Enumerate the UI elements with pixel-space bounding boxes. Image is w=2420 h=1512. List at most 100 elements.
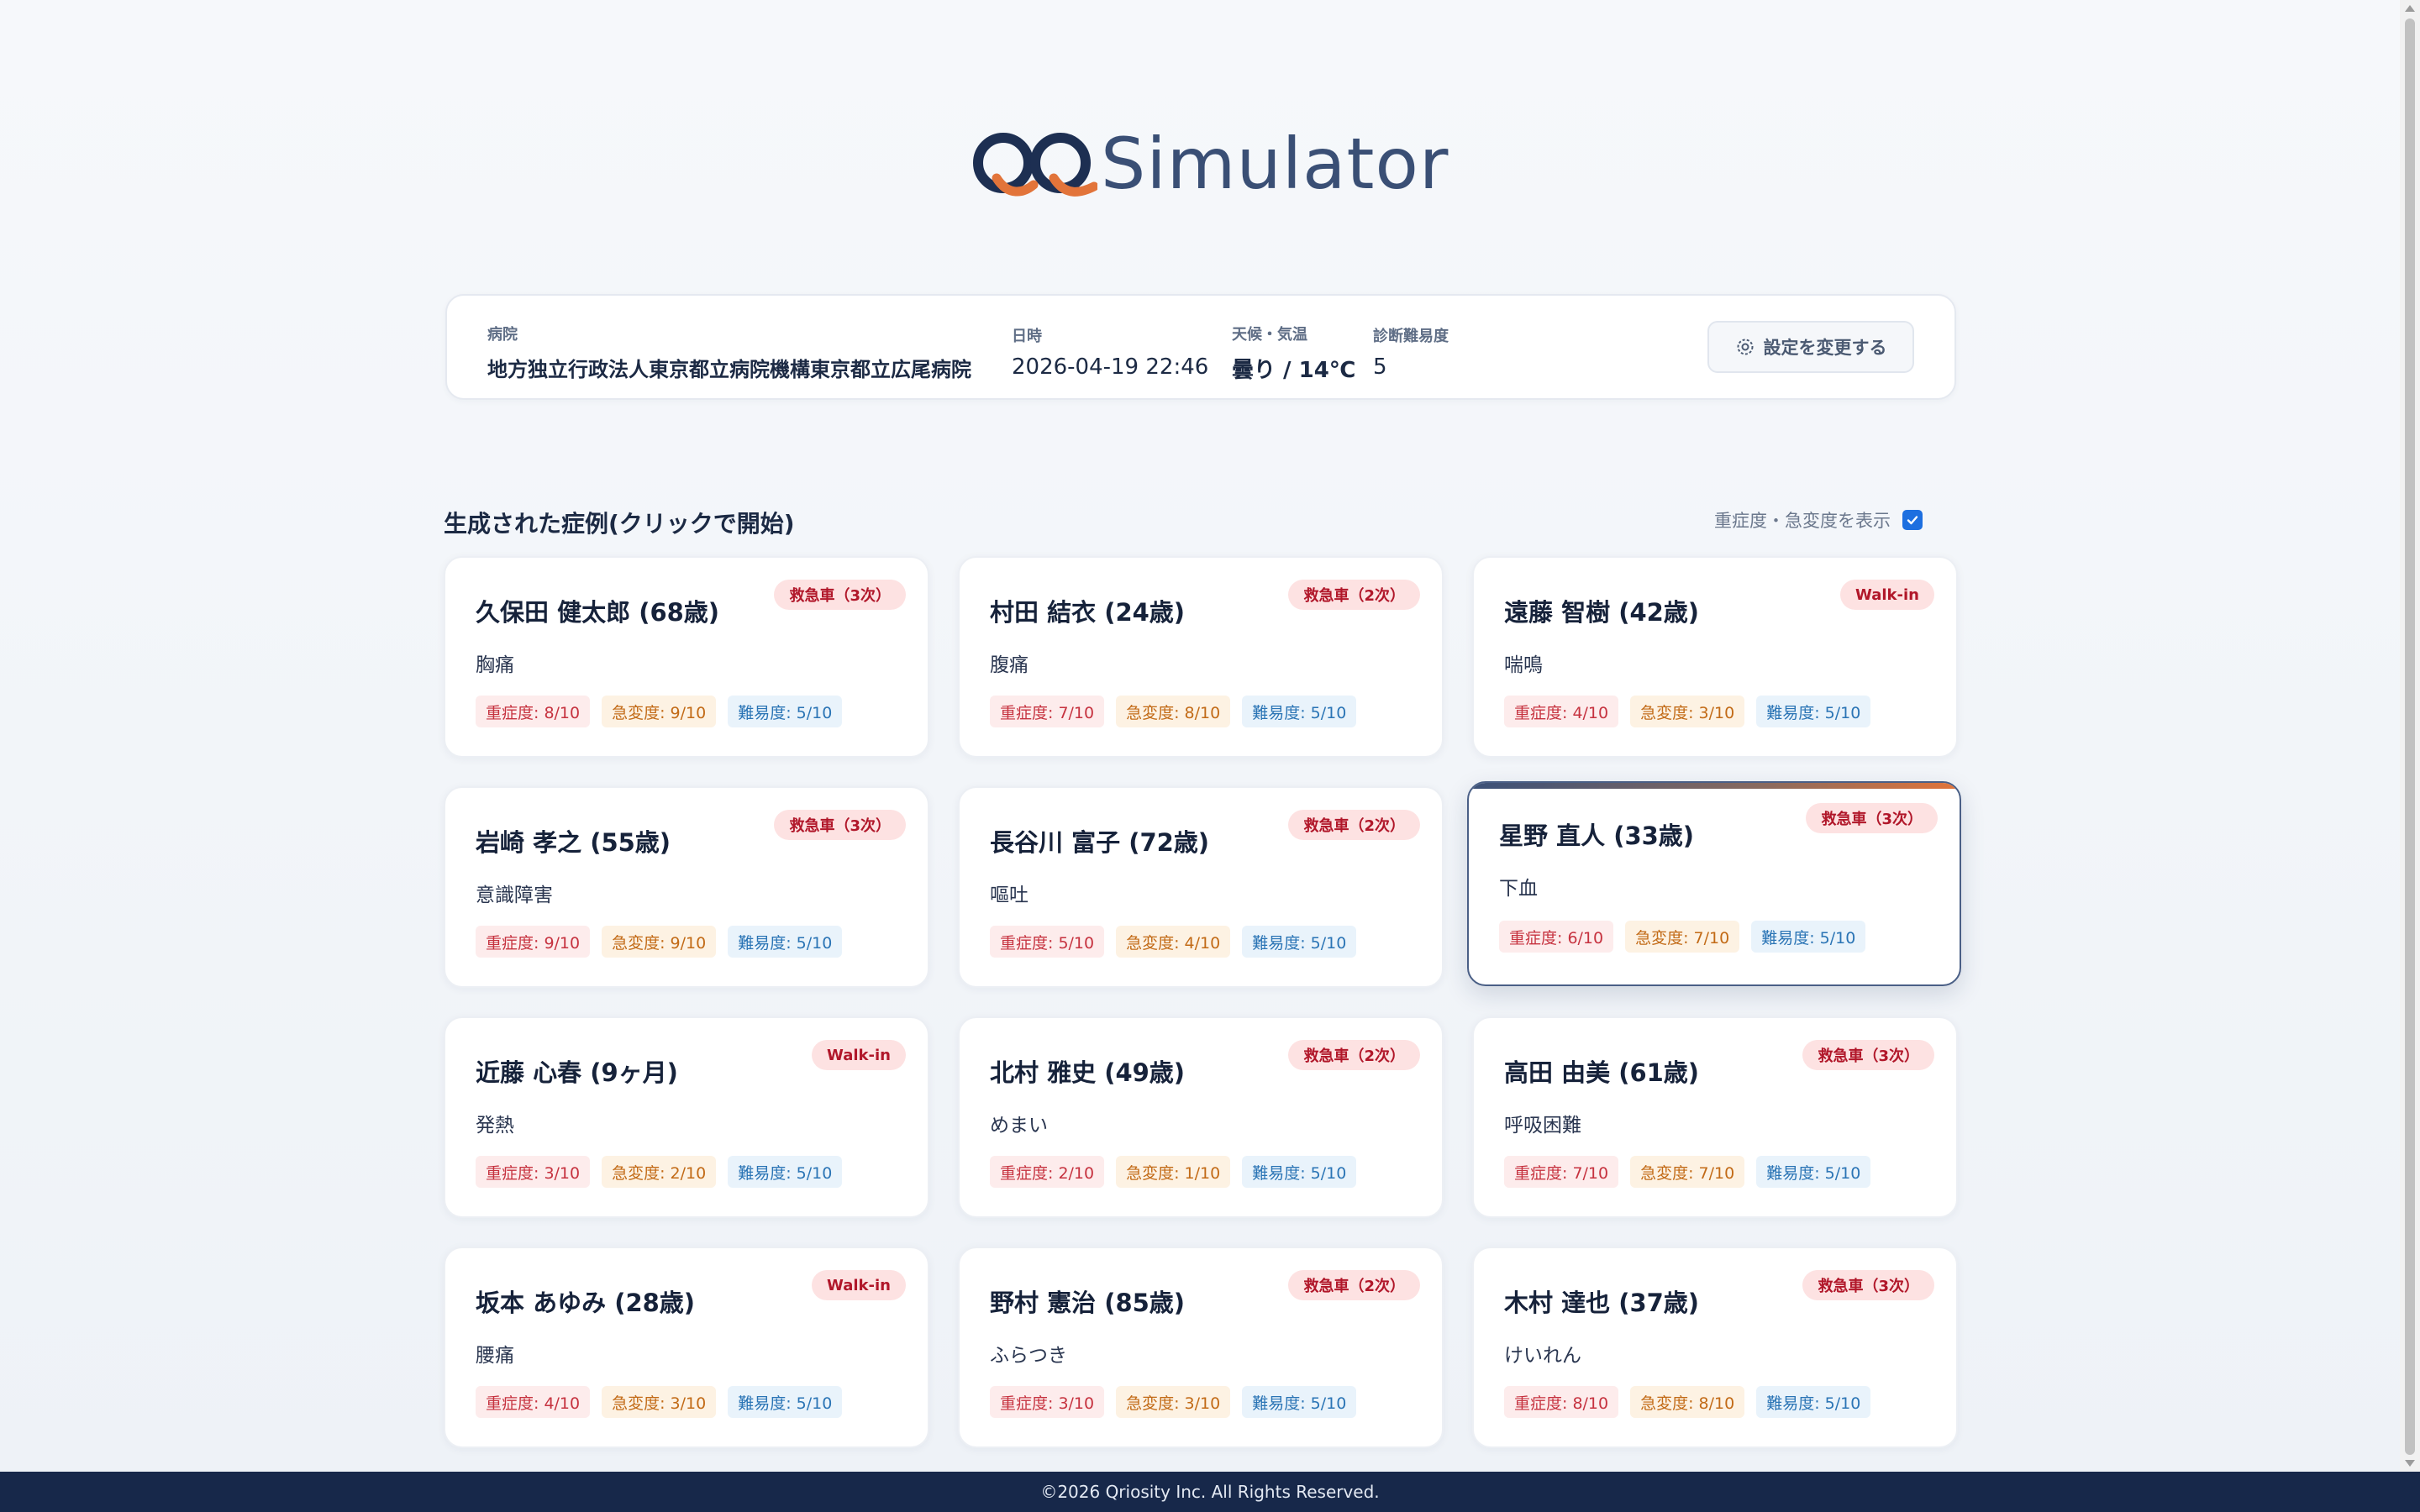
case-card[interactable]: 木村 達也 (37歳) 救急車（3次） けいれん 重症度: 8/10 急変度: …: [1472, 1247, 1958, 1448]
arrival-badge: 救急車（2次）: [1288, 580, 1420, 610]
severity-tag: 重症度: 2/10: [990, 1156, 1105, 1188]
hospital-value: 地方独立行政法人東京都立病院機構東京都立広尾病院: [487, 358, 971, 381]
checkmark-icon: [1907, 516, 1918, 525]
case-tags: 重症度: 3/10 急変度: 3/10 難易度: 5/10: [990, 1386, 1357, 1418]
cases-section-title: 生成された症例(クリックで開始): [444, 510, 795, 538]
chief-complaint: 発熱: [476, 1115, 514, 1137]
arrival-badge: Walk-in: [812, 1040, 906, 1070]
case-card[interactable]: 近藤 心春 (9ヶ月) Walk-in 発熱 重症度: 3/10 急変度: 2/…: [444, 1016, 929, 1218]
arrival-badge: 救急車（2次）: [1288, 1270, 1420, 1300]
severity-tag: 重症度: 8/10: [476, 696, 591, 727]
case-card[interactable]: 坂本 あゆみ (28歳) Walk-in 腰痛 重症度: 4/10 急変度: 3…: [444, 1247, 929, 1448]
page-scrollbar[interactable]: [2400, 0, 2420, 1472]
change-tag: 急変度: 1/10: [1116, 1156, 1231, 1188]
difficulty-tag: 難易度: 5/10: [1242, 1386, 1357, 1418]
severity-tag: 重症度: 7/10: [1504, 1156, 1619, 1188]
case-card[interactable]: 野村 憲治 (85歳) 救急車（2次） ふらつき 重症度: 3/10 急変度: …: [958, 1247, 1444, 1448]
patient-name: 村田 結衣 (24歳): [990, 598, 1186, 627]
case-card[interactable]: 岩崎 孝之 (55歳) 救急車（3次） 意識障害 重症度: 9/10 急変度: …: [444, 786, 929, 988]
case-card-hovered[interactable]: 星野 直人 (33歳) 救急車（3次） 下血 重症度: 6/10 急変度: 7/…: [1467, 781, 1961, 986]
arrival-badge: 救急車（3次）: [774, 810, 906, 840]
difficulty-tag: 難易度: 5/10: [1242, 696, 1357, 727]
difficulty-tag: 難易度: 5/10: [728, 1156, 843, 1188]
difficulty-tag: 難易度: 5/10: [1751, 921, 1866, 953]
difficulty-tag: 難易度: 5/10: [1242, 1156, 1357, 1188]
arrival-badge: 救急車（3次）: [1806, 803, 1938, 833]
show-severity-toggle[interactable]: 重症度・急変度を表示: [1714, 507, 1923, 533]
severity-tag: 重症度: 9/10: [476, 926, 591, 958]
case-tags: 重症度: 3/10 急変度: 2/10 難易度: 5/10: [476, 1156, 843, 1188]
chief-complaint: 嘔吐: [990, 885, 1028, 906]
change-tag: 急変度: 8/10: [1630, 1386, 1745, 1418]
severity-tag: 重症度: 3/10: [990, 1386, 1105, 1418]
difficulty-tag: 難易度: 5/10: [1756, 696, 1871, 727]
severity-tag: 重症度: 7/10: [990, 696, 1105, 727]
case-card[interactable]: 長谷川 富子 (72歳) 救急車（2次） 嘔吐 重症度: 5/10 急変度: 4…: [958, 786, 1444, 988]
chief-complaint: けいれん: [1504, 1345, 1581, 1367]
change-tag: 急変度: 2/10: [602, 1156, 717, 1188]
chief-complaint: 下血: [1499, 878, 1538, 900]
session-info-card: 病院 地方独立行政法人東京都立病院機構東京都立広尾病院 日時 2026-04-1…: [445, 294, 1956, 400]
qq-simulator-logo: Simulator: [971, 123, 1449, 205]
change-settings-button[interactable]: 設定を変更する: [1707, 321, 1914, 373]
chief-complaint: 喘鳴: [1504, 654, 1543, 676]
logo-text: Simulator: [1101, 123, 1449, 205]
patient-name: 長谷川 富子 (72歳): [990, 828, 1210, 857]
case-tags: 重症度: 8/10 急変度: 9/10 難易度: 5/10: [476, 696, 843, 727]
chief-complaint: 胸痛: [476, 654, 514, 676]
change-tag: 急変度: 8/10: [1116, 696, 1231, 727]
case-tags: 重症度: 5/10 急変度: 4/10 難易度: 5/10: [990, 926, 1357, 958]
severity-tag: 重症度: 5/10: [990, 926, 1105, 958]
case-card[interactable]: 久保田 健太郎 (68歳) 救急車（3次） 胸痛 重症度: 8/10 急変度: …: [444, 556, 929, 758]
chief-complaint: 呼吸困難: [1504, 1115, 1581, 1137]
case-card[interactable]: 北村 雅史 (49歳) 救急車（2次） めまい 重症度: 2/10 急変度: 1…: [958, 1016, 1444, 1218]
patient-name: 遠藤 智樹 (42歳): [1504, 598, 1700, 627]
case-tags: 重症度: 8/10 急変度: 8/10 難易度: 5/10: [1504, 1386, 1871, 1418]
copyright-text: ©2026 Qriosity Inc. All Rights Reserved.: [1040, 1482, 1380, 1502]
patient-name: 坂本 あゆみ (28歳): [476, 1289, 696, 1317]
case-tags: 重症度: 7/10 急変度: 8/10 難易度: 5/10: [990, 696, 1357, 727]
arrival-badge: 救急車（3次）: [1802, 1040, 1934, 1070]
case-card[interactable]: 遠藤 智樹 (42歳) Walk-in 喘鳴 重症度: 4/10 急変度: 3/…: [1472, 556, 1958, 758]
patient-name: 高田 由美 (61歳): [1504, 1058, 1700, 1087]
patient-name: 星野 直人 (33歳): [1499, 822, 1695, 850]
change-tag: 急変度: 7/10: [1630, 1156, 1745, 1188]
gear-icon: [1737, 339, 1753, 355]
page: Simulator 病院 地方独立行政法人東京都立病院機構東京都立広尾病院 日時…: [0, 0, 2400, 1472]
chief-complaint: めまい: [990, 1115, 1048, 1137]
difficulty-tag: 難易度: 5/10: [728, 926, 843, 958]
datetime-label: 日時: [1012, 328, 1042, 345]
case-card[interactable]: 高田 由美 (61歳) 救急車（3次） 呼吸困難 重症度: 7/10 急変度: …: [1472, 1016, 1958, 1218]
case-tags: 重症度: 4/10 急変度: 3/10 難易度: 5/10: [476, 1386, 843, 1418]
patient-name: 近藤 心春 (9ヶ月): [476, 1058, 678, 1087]
change-tag: 急変度: 3/10: [1630, 696, 1745, 727]
case-tags: 重症度: 7/10 急変度: 7/10 難易度: 5/10: [1504, 1156, 1871, 1188]
arrival-badge: 救急車（2次）: [1288, 810, 1420, 840]
footer: ©2026 Qriosity Inc. All Rights Reserved.: [0, 1472, 2420, 1512]
change-tag: 急変度: 3/10: [602, 1386, 717, 1418]
case-card[interactable]: 村田 結衣 (24歳) 救急車（2次） 腹痛 重症度: 7/10 急変度: 8/…: [958, 556, 1444, 758]
difficulty-label: 診断難易度: [1373, 328, 1449, 345]
arrival-badge: 救急車（2次）: [1288, 1040, 1420, 1070]
difficulty-tag: 難易度: 5/10: [728, 696, 843, 727]
datetime-info: 日時 2026-04-19 22:46: [1012, 324, 1208, 380]
difficulty-tag: 難易度: 5/10: [728, 1386, 843, 1418]
weather-label: 天候・気温: [1232, 326, 1307, 344]
hospital-label: 病院: [487, 326, 518, 344]
severity-tag: 重症度: 4/10: [1504, 696, 1619, 727]
arrival-badge: 救急車（3次）: [1802, 1270, 1934, 1300]
severity-tag: 重症度: 6/10: [1499, 921, 1614, 953]
weather-value: 曇り / 14℃: [1232, 358, 1356, 383]
scrollbar-thumb[interactable]: [2405, 18, 2415, 1455]
show-severity-checkbox[interactable]: [1902, 510, 1923, 530]
severity-tag: 重症度: 8/10: [1504, 1386, 1619, 1418]
scroll-up-arrow-icon[interactable]: [2405, 5, 2415, 12]
qq-logo-mark-icon: [973, 133, 1097, 197]
weather-info: 天候・気温 曇り / 14℃: [1232, 323, 1355, 384]
change-tag: 急変度: 9/10: [602, 696, 717, 727]
scroll-down-arrow-icon[interactable]: [2405, 1460, 2415, 1467]
chief-complaint: 腰痛: [476, 1345, 514, 1367]
severity-tag: 重症度: 3/10: [476, 1156, 591, 1188]
difficulty-tag: 難易度: 5/10: [1242, 926, 1357, 958]
difficulty-value: 5: [1373, 354, 1387, 380]
